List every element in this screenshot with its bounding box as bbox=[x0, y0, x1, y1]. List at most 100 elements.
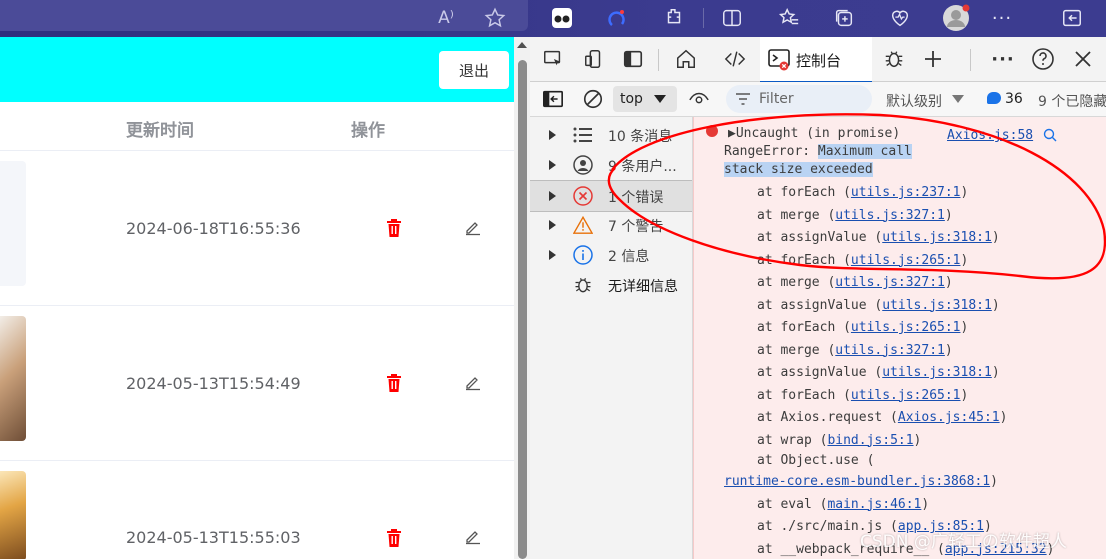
toolbar-divider bbox=[703, 8, 704, 28]
stack-frame-link[interactable]: runtime-core.esm-bundler.js:3868:1 bbox=[724, 474, 990, 489]
stack-frame-suffix: ) bbox=[960, 252, 969, 268]
expand-arrow-icon[interactable] bbox=[549, 220, 556, 230]
stack-frame-link[interactable]: utils.js:327:1 bbox=[835, 343, 945, 358]
stack-frame[interactable]: at assignValue (utils.js:318:1) bbox=[757, 365, 1000, 380]
stack-frame-link[interactable]: utils.js:327:1 bbox=[835, 208, 945, 223]
stack-frame[interactable]: at merge (utils.js:327:1) bbox=[757, 275, 953, 290]
stack-frame-text: at forEach ( bbox=[757, 185, 851, 200]
stack-frame-link[interactable]: Axios.js:45:1 bbox=[898, 410, 1000, 425]
user-icon bbox=[573, 155, 593, 175]
scroll-up-arrow-icon[interactable] bbox=[517, 42, 527, 48]
address-bar[interactable]: A⁾ bbox=[0, 0, 528, 31]
issues-count[interactable]: 36 bbox=[1005, 91, 1023, 107]
extensions-puzzle-icon[interactable] bbox=[660, 4, 688, 32]
sidebar-item-warnings[interactable]: 7 个警告 bbox=[530, 210, 692, 240]
error-message-line-1[interactable]: RangeError: Maximum call bbox=[724, 144, 912, 159]
browser-essentials-heart-icon[interactable] bbox=[886, 4, 914, 32]
logout-button[interactable]: 退出 bbox=[439, 51, 509, 89]
stack-frame[interactable]: at assignValue (utils.js:318:1) bbox=[757, 230, 1000, 245]
levels-chevron-down-icon bbox=[952, 95, 964, 103]
expand-arrow-icon[interactable] bbox=[549, 250, 556, 260]
info-icon bbox=[573, 245, 593, 265]
row-updated-time: 2024-06-18T16:55:36 bbox=[126, 219, 301, 238]
sidebar-item-errors[interactable]: 1 个错误 bbox=[530, 180, 692, 212]
delete-icon[interactable] bbox=[386, 219, 402, 237]
split-screen-icon[interactable] bbox=[718, 4, 746, 32]
inspect-element-icon[interactable] bbox=[541, 47, 565, 71]
error-title[interactable]: ▶Uncaught (in promise) bbox=[728, 126, 900, 141]
scrollbar-thumb[interactable] bbox=[518, 60, 527, 559]
extension-glasses-icon[interactable] bbox=[548, 4, 576, 32]
stack-frame[interactable]: at eval (main.js:46:1) bbox=[757, 497, 929, 512]
stack-frame-link[interactable]: utils.js:265:1 bbox=[851, 253, 961, 268]
sidebar-item-info[interactable]: 2 信息 bbox=[530, 240, 692, 270]
stack-frame-link[interactable]: utils.js:265:1 bbox=[851, 388, 961, 403]
log-levels-dropdown[interactable]: 默认级别 bbox=[886, 91, 942, 111]
issues-message-icon[interactable] bbox=[987, 92, 1001, 104]
collections-icon[interactable] bbox=[830, 4, 858, 32]
stack-frame-text: at assignValue ( bbox=[757, 230, 883, 245]
elements-tab-icon[interactable] bbox=[723, 47, 747, 71]
favorites-icon[interactable] bbox=[775, 4, 803, 32]
read-aloud-icon[interactable]: A⁾ bbox=[432, 4, 460, 32]
stack-frame[interactable]: at Object.use ( bbox=[757, 453, 874, 468]
stack-frame-link[interactable]: utils.js:318:1 bbox=[882, 230, 992, 245]
expand-arrow-icon[interactable] bbox=[549, 130, 556, 140]
expand-arrow-icon[interactable] bbox=[549, 191, 556, 201]
delete-icon[interactable] bbox=[386, 374, 402, 392]
stack-frame-text: at forEach ( bbox=[757, 252, 851, 268]
stack-frame-link[interactable]: main.js:46:1 bbox=[827, 497, 921, 512]
stack-frame[interactable]: at forEach (utils.js:265:1) bbox=[757, 388, 968, 403]
devtools-more-icon[interactable]: ··· bbox=[991, 47, 1015, 71]
stack-frame[interactable]: at forEach (utils.js:237:1) bbox=[757, 185, 968, 200]
stack-frame-link[interactable]: utils.js:318:1 bbox=[882, 298, 992, 313]
sidebar-item-messages[interactable]: 10 条消息 bbox=[530, 120, 692, 150]
error-source-link[interactable]: Axios.js:58 bbox=[947, 128, 1033, 143]
sidebar-toggle-icon[interactable] bbox=[1058, 4, 1086, 32]
stack-frame-suffix: ) bbox=[990, 474, 998, 489]
edit-icon[interactable] bbox=[464, 527, 482, 545]
stack-frame-suffix: ) bbox=[991, 365, 1000, 380]
stack-frame[interactable]: runtime-core.esm-bundler.js:3868:1) bbox=[724, 474, 998, 489]
device-emulation-icon[interactable] bbox=[582, 47, 606, 71]
stack-frame-link[interactable]: utils.js:237:1 bbox=[851, 185, 961, 200]
help-icon[interactable] bbox=[1031, 47, 1055, 71]
row-thumbnail bbox=[0, 316, 26, 441]
stack-frame[interactable]: at merge (utils.js:327:1) bbox=[757, 343, 953, 358]
stack-frame-suffix: ) bbox=[960, 320, 969, 335]
live-expression-eye-icon[interactable] bbox=[687, 87, 711, 111]
stack-frame-link[interactable]: utils.js:318:1 bbox=[882, 365, 992, 380]
stack-frame-link[interactable]: utils.js:265:1 bbox=[851, 320, 961, 335]
search-icon[interactable] bbox=[1042, 127, 1058, 143]
sidebar-item-label: 10 条消息 bbox=[608, 129, 673, 145]
sidebar-item-verbose[interactable]: 无详细信息 bbox=[530, 270, 692, 300]
close-devtools-icon[interactable] bbox=[1071, 47, 1095, 71]
column-header-updated-time: 更新时间 bbox=[126, 121, 194, 141]
error-message-line-2[interactable]: stack size exceeded bbox=[724, 162, 873, 177]
stack-frame-link[interactable]: bind.js:5:1 bbox=[827, 433, 913, 448]
clear-console-icon[interactable] bbox=[581, 87, 605, 111]
stack-frame[interactable]: at merge (utils.js:327:1) bbox=[757, 208, 953, 223]
welcome-home-icon[interactable] bbox=[674, 47, 698, 71]
stack-frame[interactable]: at forEach (utils.js:265:1) bbox=[757, 253, 968, 268]
dock-side-icon[interactable] bbox=[621, 47, 645, 71]
stack-frame-link[interactable]: utils.js:327:1 bbox=[835, 275, 945, 290]
stack-frame[interactable]: at Axios.request (Axios.js:45:1) bbox=[757, 410, 1007, 425]
stack-frame[interactable]: at wrap (bind.js:5:1) bbox=[757, 433, 921, 448]
add-tool-plus-icon[interactable] bbox=[921, 47, 945, 71]
console-output: ▶Uncaught (in promise) Axios.js:58 Range… bbox=[693, 117, 1106, 559]
more-menu-icon[interactable]: ··· bbox=[988, 4, 1016, 32]
expand-arrow-icon[interactable] bbox=[549, 160, 556, 170]
edit-icon[interactable] bbox=[464, 373, 482, 391]
stack-frame-text: at merge ( bbox=[757, 342, 836, 358]
profile-avatar-icon[interactable] bbox=[942, 4, 970, 32]
edit-icon[interactable] bbox=[464, 218, 482, 236]
extension-loop-icon[interactable] bbox=[603, 4, 631, 32]
delete-icon[interactable] bbox=[386, 529, 402, 547]
stack-frame[interactable]: at forEach (utils.js:265:1) bbox=[757, 320, 968, 335]
sidebar-item-user-messages[interactable]: 9 条用户... bbox=[530, 150, 692, 180]
stack-frame[interactable]: at assignValue (utils.js:318:1) bbox=[757, 298, 1000, 313]
show-sidebar-icon[interactable] bbox=[541, 87, 565, 111]
debugger-bug-icon[interactable] bbox=[882, 47, 906, 71]
favorite-star-icon[interactable] bbox=[481, 4, 509, 32]
